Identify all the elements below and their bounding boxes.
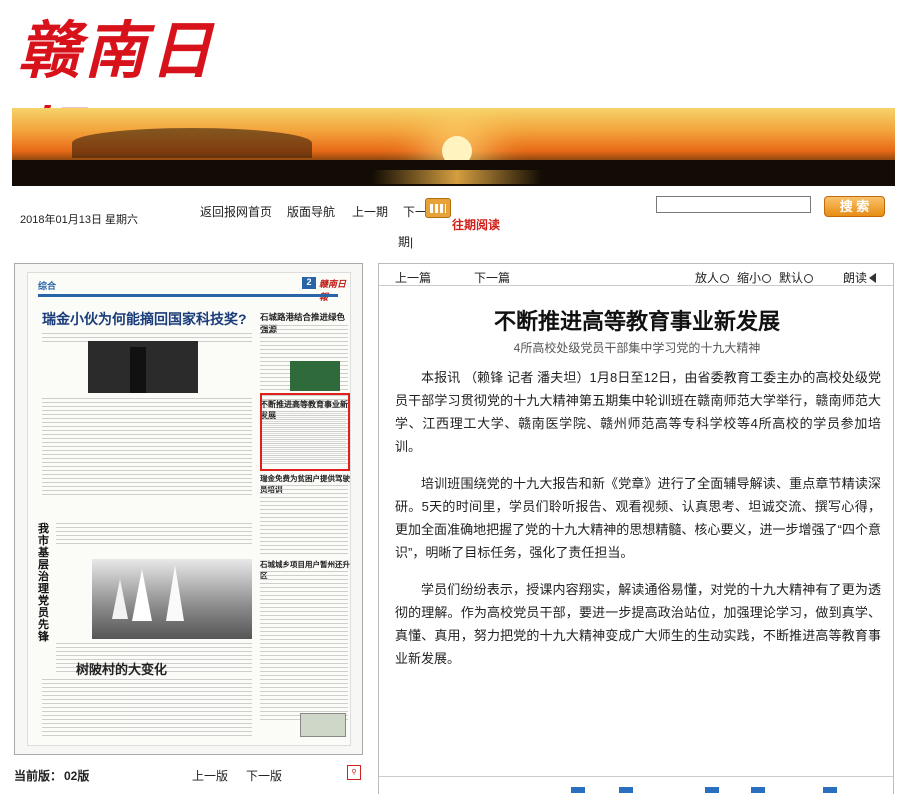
share-icon [823,787,837,793]
next-article-link[interactable]: 下一篇 [474,269,510,286]
current-page-label: 当前版： [14,769,63,783]
article-toolbar: 上一篇 下一篇 放人 缩小 默认 朗读 [379,264,893,286]
share-icon [751,787,765,793]
issue-date: 2018年01月13日 星期六 [20,214,138,226]
nav-next-issue-link[interactable]: 下一 [403,203,427,220]
page-thumbnail-panel: 综合 2 赣南日報 瑞金小伙为何能摘回国家科技奖? 石城路港结合推进绿色强源 不… [14,263,363,755]
share-icon [571,787,585,793]
read-aloud-button[interactable]: 朗读 [843,269,877,286]
next-issue-tail[interactable]: 期| [398,233,413,250]
article-paragraph: 本报讯 （赖锋 记者 潘夫坦）1月8日至12日，由省委教育工委主办的高校处级党员… [395,370,881,454]
nav-prev-issue-link[interactable]: 上一期 [352,203,388,220]
article-panel: 上一篇 下一篇 放人 缩小 默认 朗读 不断推进高等教育事业新发展 4所高校处级… [378,263,894,794]
page-number: 2 [302,277,316,289]
selected-article-highlight[interactable] [260,393,350,471]
default-size-option[interactable]: 默认 [779,269,814,286]
pdf-icon[interactable]: ⚲ [347,765,361,780]
thumb-headline-vertical: 我市基层治理党员先锋 [38,523,49,643]
search-input[interactable] [656,196,811,213]
zoom-in-option[interactable]: 放人 [695,269,730,286]
thumb-headline-main: 瑞金小伙为何能摘回国家科技奖? [42,311,247,327]
share-bar [379,776,893,794]
prev-page-link[interactable]: 上一版 [192,767,228,784]
radio-icon [720,274,730,283]
zoom-out-option[interactable]: 缩小 [737,269,772,286]
share-icon [619,787,633,793]
share-icon [705,787,719,793]
calendar-icon[interactable] [425,198,451,218]
article-paragraph: 培训班围绕党的十九大报告和新《党章》进行了全面辅导解读、重点章节精读深研。5天的… [395,476,881,560]
article-paragraph: 学员们纷纷表示，授课内容翔实，解读通俗易懂，对党的十九大精神有了更为透彻的理解。… [395,582,881,666]
radio-icon [804,274,814,283]
nav-home-link[interactable]: 返回报网首页 [200,203,272,220]
article-subtitle: 4所高校处级党员干部集中学习党的十九大精神 [513,341,761,355]
article-body: 本报讯 （赖锋 记者 潘夫坦）1月8日至12日，由省委教育工委主办的高校处级党员… [395,366,881,684]
speaker-icon [869,273,877,283]
current-page-value: 02版 [64,769,90,783]
newspaper-page-image[interactable]: 综合 2 赣南日報 瑞金小伙为何能摘回国家科技奖? 石城路港结合推进绿色强源 不… [27,272,351,746]
masthead-logo: 赣南日報 [18,8,278,173]
prev-article-link[interactable]: 上一篇 [395,269,431,286]
banner-image [12,108,895,186]
nav-section-link[interactable]: 版面导航 [287,203,335,220]
thumb-headline-bottom: 树陂村的大变化 [76,663,168,678]
past-issues-link[interactable]: 往期阅读 [452,216,500,233]
radio-icon [762,274,772,283]
next-page-link[interactable]: 下一版 [246,767,282,784]
article-title: 不断推进高等教育事业新发展 [493,310,780,335]
search-button[interactable]: 搜 索 [824,196,885,217]
